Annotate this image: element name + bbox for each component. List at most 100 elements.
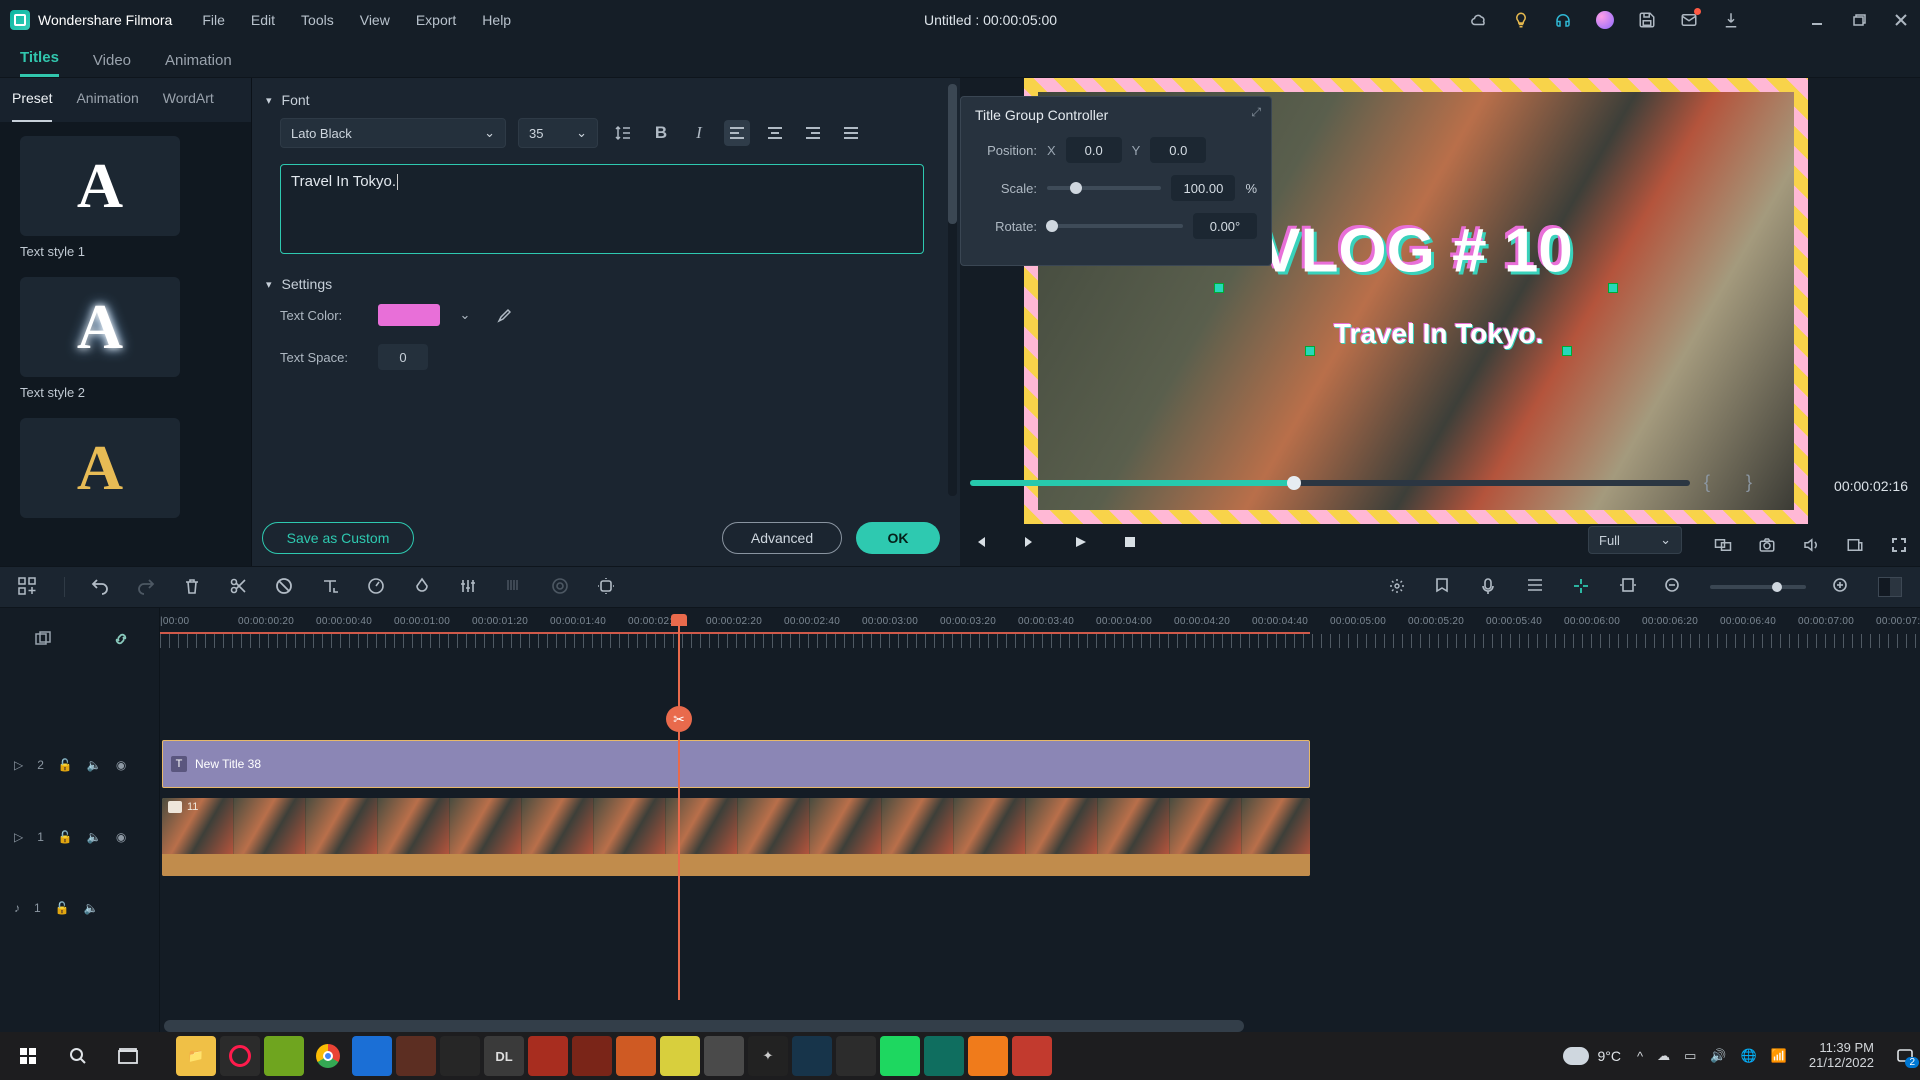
menu-edit[interactable]: Edit xyxy=(251,12,275,28)
rotate-slider[interactable] xyxy=(1047,224,1183,228)
subtab-wordart[interactable]: WordArt xyxy=(163,90,214,122)
selection-handle[interactable] xyxy=(1214,283,1224,293)
tab-animation[interactable]: Animation xyxy=(165,52,232,77)
start-button[interactable] xyxy=(6,1036,50,1076)
lock-icon[interactable]: 🔓 xyxy=(58,830,73,844)
menu-tools[interactable]: Tools xyxy=(301,12,334,28)
taskbar-spotify[interactable] xyxy=(880,1036,920,1076)
title-clip[interactable]: T New Title 38 xyxy=(162,740,1310,788)
selection-handle[interactable] xyxy=(1305,346,1315,356)
taskbar-app-12[interactable] xyxy=(660,1036,700,1076)
redo-icon[interactable] xyxy=(137,577,157,597)
link-icon[interactable] xyxy=(108,626,134,652)
taskbar-chrome[interactable] xyxy=(308,1036,348,1076)
track-audio-icon[interactable]: ♪ xyxy=(14,901,20,915)
mark-in-icon[interactable]: { xyxy=(1704,472,1710,493)
timeline-scrollbar[interactable] xyxy=(164,1020,1244,1032)
motion-icon[interactable] xyxy=(597,577,617,597)
font-group-header[interactable]: Font xyxy=(266,86,924,118)
fullscreen-icon[interactable] xyxy=(1890,536,1908,554)
rotate-input[interactable]: 0.00° xyxy=(1193,213,1257,239)
close-icon[interactable] xyxy=(1892,11,1910,29)
greenscreen-icon[interactable] xyxy=(551,577,571,597)
tab-video[interactable]: Video xyxy=(93,52,131,77)
preset-thumb-2[interactable]: A xyxy=(20,277,180,377)
split-icon[interactable] xyxy=(229,577,249,597)
snapshot-icon[interactable] xyxy=(1758,536,1776,554)
subtab-animation[interactable]: Animation xyxy=(76,90,138,122)
playhead[interactable]: ✂ xyxy=(678,614,680,1000)
track-video-icon[interactable]: ▷ xyxy=(14,830,23,844)
track-options-icon[interactable] xyxy=(30,626,56,652)
settings-group-header[interactable]: Settings xyxy=(266,270,924,302)
bold-button[interactable]: B xyxy=(648,120,674,146)
scrollbar[interactable] xyxy=(948,84,957,496)
auto-ripple-icon[interactable] xyxy=(1572,577,1592,597)
taskbar-app-14[interactable]: ✦ xyxy=(748,1036,788,1076)
track-video-icon[interactable]: ▷ xyxy=(14,758,23,772)
video-clip[interactable]: 11 xyxy=(162,798,1310,876)
taskbar-app-20[interactable] xyxy=(1012,1036,1052,1076)
fit-icon[interactable] xyxy=(1618,577,1638,597)
undo-icon[interactable] xyxy=(91,577,111,597)
taskbar-app-6[interactable] xyxy=(396,1036,436,1076)
align-justify-button[interactable] xyxy=(838,120,864,146)
mute-icon[interactable]: 🔈 xyxy=(87,758,102,772)
add-media-icon[interactable] xyxy=(18,577,38,597)
lock-icon[interactable]: 🔓 xyxy=(55,901,70,915)
taskbar-app-5[interactable] xyxy=(352,1036,392,1076)
save-icon[interactable] xyxy=(1638,11,1656,29)
subtab-preset[interactable]: Preset xyxy=(12,90,52,122)
taskbar-explorer[interactable]: 📁 xyxy=(176,1036,216,1076)
dual-monitor-icon[interactable] xyxy=(1714,536,1732,554)
scale-slider[interactable] xyxy=(1047,186,1161,190)
track-size-toggle[interactable] xyxy=(1878,577,1902,597)
taskbar-clock[interactable]: 11:39 PM 21/12/2022 xyxy=(1809,1041,1874,1071)
messages-icon[interactable] xyxy=(1680,11,1698,29)
text-icon[interactable] xyxy=(321,577,341,597)
menu-view[interactable]: View xyxy=(360,12,390,28)
taskbar-app-7[interactable] xyxy=(440,1036,480,1076)
export-frame-icon[interactable] xyxy=(1846,536,1864,554)
taskbar-app-16[interactable] xyxy=(836,1036,876,1076)
tray-battery-icon[interactable]: ▭ xyxy=(1684,1048,1696,1064)
menu-export[interactable]: Export xyxy=(416,12,456,28)
zoom-slider[interactable] xyxy=(1710,585,1806,589)
italic-button[interactable]: I xyxy=(686,120,712,146)
adjust-icon[interactable] xyxy=(459,577,479,597)
volume-icon[interactable] xyxy=(1802,536,1820,554)
taskview-icon[interactable] xyxy=(106,1036,150,1076)
font-size-select[interactable]: 35⌄ xyxy=(518,118,598,148)
position-x-input[interactable]: 0.0 xyxy=(1066,137,1122,163)
visibility-icon[interactable]: ◉ xyxy=(116,830,126,844)
quality-select[interactable]: Full⌄ xyxy=(1588,526,1682,554)
taskbar-app-15[interactable] xyxy=(792,1036,832,1076)
zoom-in-icon[interactable] xyxy=(1832,577,1852,597)
taskbar-app-13[interactable] xyxy=(704,1036,744,1076)
preview-progress[interactable] xyxy=(970,480,1690,486)
zoom-out-icon[interactable] xyxy=(1664,577,1684,597)
taskbar-app-10[interactable] xyxy=(572,1036,612,1076)
title-text-input[interactable]: Travel In Tokyo. xyxy=(280,164,924,254)
taskbar-app-9[interactable] xyxy=(528,1036,568,1076)
font-family-select[interactable]: Lato Black⌄ xyxy=(280,118,506,148)
taskbar-opera[interactable] xyxy=(220,1036,260,1076)
tray-wifi-icon[interactable]: 📶 xyxy=(1771,1048,1787,1064)
tray-chevron-icon[interactable]: ^ xyxy=(1637,1049,1643,1064)
visibility-icon[interactable]: ◉ xyxy=(116,758,126,772)
headset-icon[interactable] xyxy=(1554,11,1572,29)
taskbar-vlc[interactable] xyxy=(968,1036,1008,1076)
scale-input[interactable]: 100.00 xyxy=(1171,175,1235,201)
tgc-collapse-icon[interactable]: ⤢ xyxy=(1251,105,1261,120)
next-frame-button[interactable] xyxy=(1020,532,1040,552)
color-icon[interactable] xyxy=(413,577,433,597)
advanced-button[interactable]: Advanced xyxy=(722,522,842,554)
taskbar-nvidia[interactable] xyxy=(264,1036,304,1076)
text-color-swatch[interactable] xyxy=(378,304,440,326)
voiceover-icon[interactable] xyxy=(1480,577,1500,597)
stop-button[interactable] xyxy=(1120,532,1140,552)
align-left-button[interactable] xyxy=(724,120,750,146)
prev-frame-button[interactable] xyxy=(970,532,990,552)
menu-help[interactable]: Help xyxy=(482,12,511,28)
ok-button[interactable]: OK xyxy=(856,522,940,554)
